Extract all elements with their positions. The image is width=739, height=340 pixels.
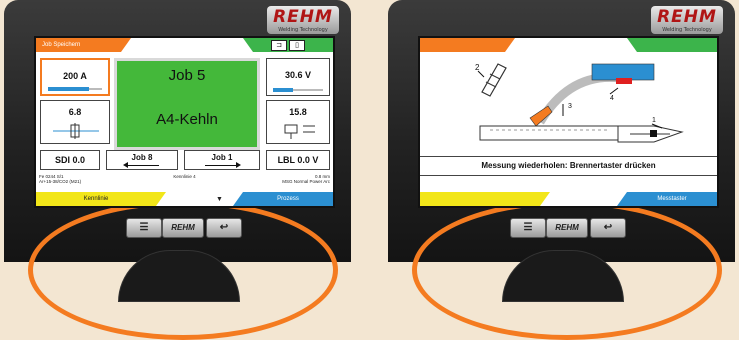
status-line: Fe 0244 S/1 Ar+15-38/CO2 (M21) Kennlinie … xyxy=(39,174,330,184)
stickout-icon xyxy=(284,124,315,139)
current-tile[interactable]: 200 A xyxy=(40,58,110,96)
display-screen: 2 4 3 1 Messung wiederholen: Brennertast… xyxy=(418,36,719,208)
welder-panel-left: REHM Welding Technology Job Speichern ⊐ … xyxy=(4,0,351,340)
brand-logo: REHM Welding Technology xyxy=(267,6,339,34)
param-right-tile[interactable]: 15.8 xyxy=(266,100,330,144)
softkey-top-right[interactable]: ⊐ ▯ xyxy=(243,38,333,52)
lbl-tile[interactable]: LBL 0.0 V xyxy=(266,150,330,170)
menu-button[interactable]: ☰ xyxy=(126,218,162,238)
softkey-bottom-left[interactable] xyxy=(420,192,550,206)
back-button[interactable]: ↩ xyxy=(590,218,626,238)
callout-1: 1 xyxy=(652,117,656,124)
welder-panel-right: REHM Welding Technology 2 4 3 1 Messung … xyxy=(388,0,735,340)
job-next-button[interactable]: Job 1 xyxy=(184,150,260,170)
hardware-buttons: ☰ REHM ↩ xyxy=(388,218,735,240)
job-name: A4-Kehln xyxy=(156,111,218,128)
arrow-left-icon xyxy=(123,162,159,168)
contact-tip-icon xyxy=(481,63,507,97)
softkey-top-right[interactable] xyxy=(627,38,717,52)
softkey-prozess[interactable]: Prozess xyxy=(233,192,333,206)
softkey-top-left[interactable] xyxy=(420,38,515,52)
softkey-job-speichern[interactable]: Job Speichern xyxy=(36,38,131,52)
brand-logo: REHM Welding Technology xyxy=(651,6,723,34)
back-button[interactable]: ↩ xyxy=(206,218,242,238)
job-prev-button[interactable]: Job 8 xyxy=(106,150,178,170)
wire-speed-icon xyxy=(53,123,99,139)
mode-icon-2[interactable]: ▯ xyxy=(289,40,305,51)
rehm-button[interactable]: REHM xyxy=(162,218,204,238)
callout-4: 4 xyxy=(610,95,614,102)
sdi-tile[interactable]: SDI 0.0 xyxy=(40,150,100,170)
sensor-block xyxy=(591,63,655,81)
measurement-illustration: 2 4 3 1 xyxy=(475,63,684,143)
param-left-tile[interactable]: 6.8 xyxy=(40,100,110,144)
job-display[interactable]: Job 5 A4-Kehln xyxy=(114,58,260,150)
softkey-messtaster[interactable]: Messtaster xyxy=(617,192,717,206)
instruction-message: Messung wiederholen: Brennertaster drück… xyxy=(420,156,717,176)
current-bar xyxy=(48,87,102,91)
rehm-button[interactable]: REHM xyxy=(546,218,588,238)
job-title: Job 5 xyxy=(168,67,206,84)
softkey-kennlinie[interactable]: Kennlinie xyxy=(36,192,166,206)
voltage-bar xyxy=(273,88,323,92)
hardware-buttons: ☰ REHM ↩ xyxy=(4,218,351,240)
voltage-tile[interactable]: 30.6 V xyxy=(266,58,330,96)
callout-3: 3 xyxy=(568,103,572,110)
display-screen: Job Speichern ⊐ ▯ 200 A 6.8 Job 5 A4-Keh… xyxy=(34,36,335,208)
dropdown-icon[interactable]: ▼ xyxy=(216,196,223,203)
callout-2: 2 xyxy=(475,63,480,72)
menu-button[interactable]: ☰ xyxy=(510,218,546,238)
mode-icon-1[interactable]: ⊐ xyxy=(271,40,287,51)
arrow-right-icon xyxy=(205,162,241,168)
